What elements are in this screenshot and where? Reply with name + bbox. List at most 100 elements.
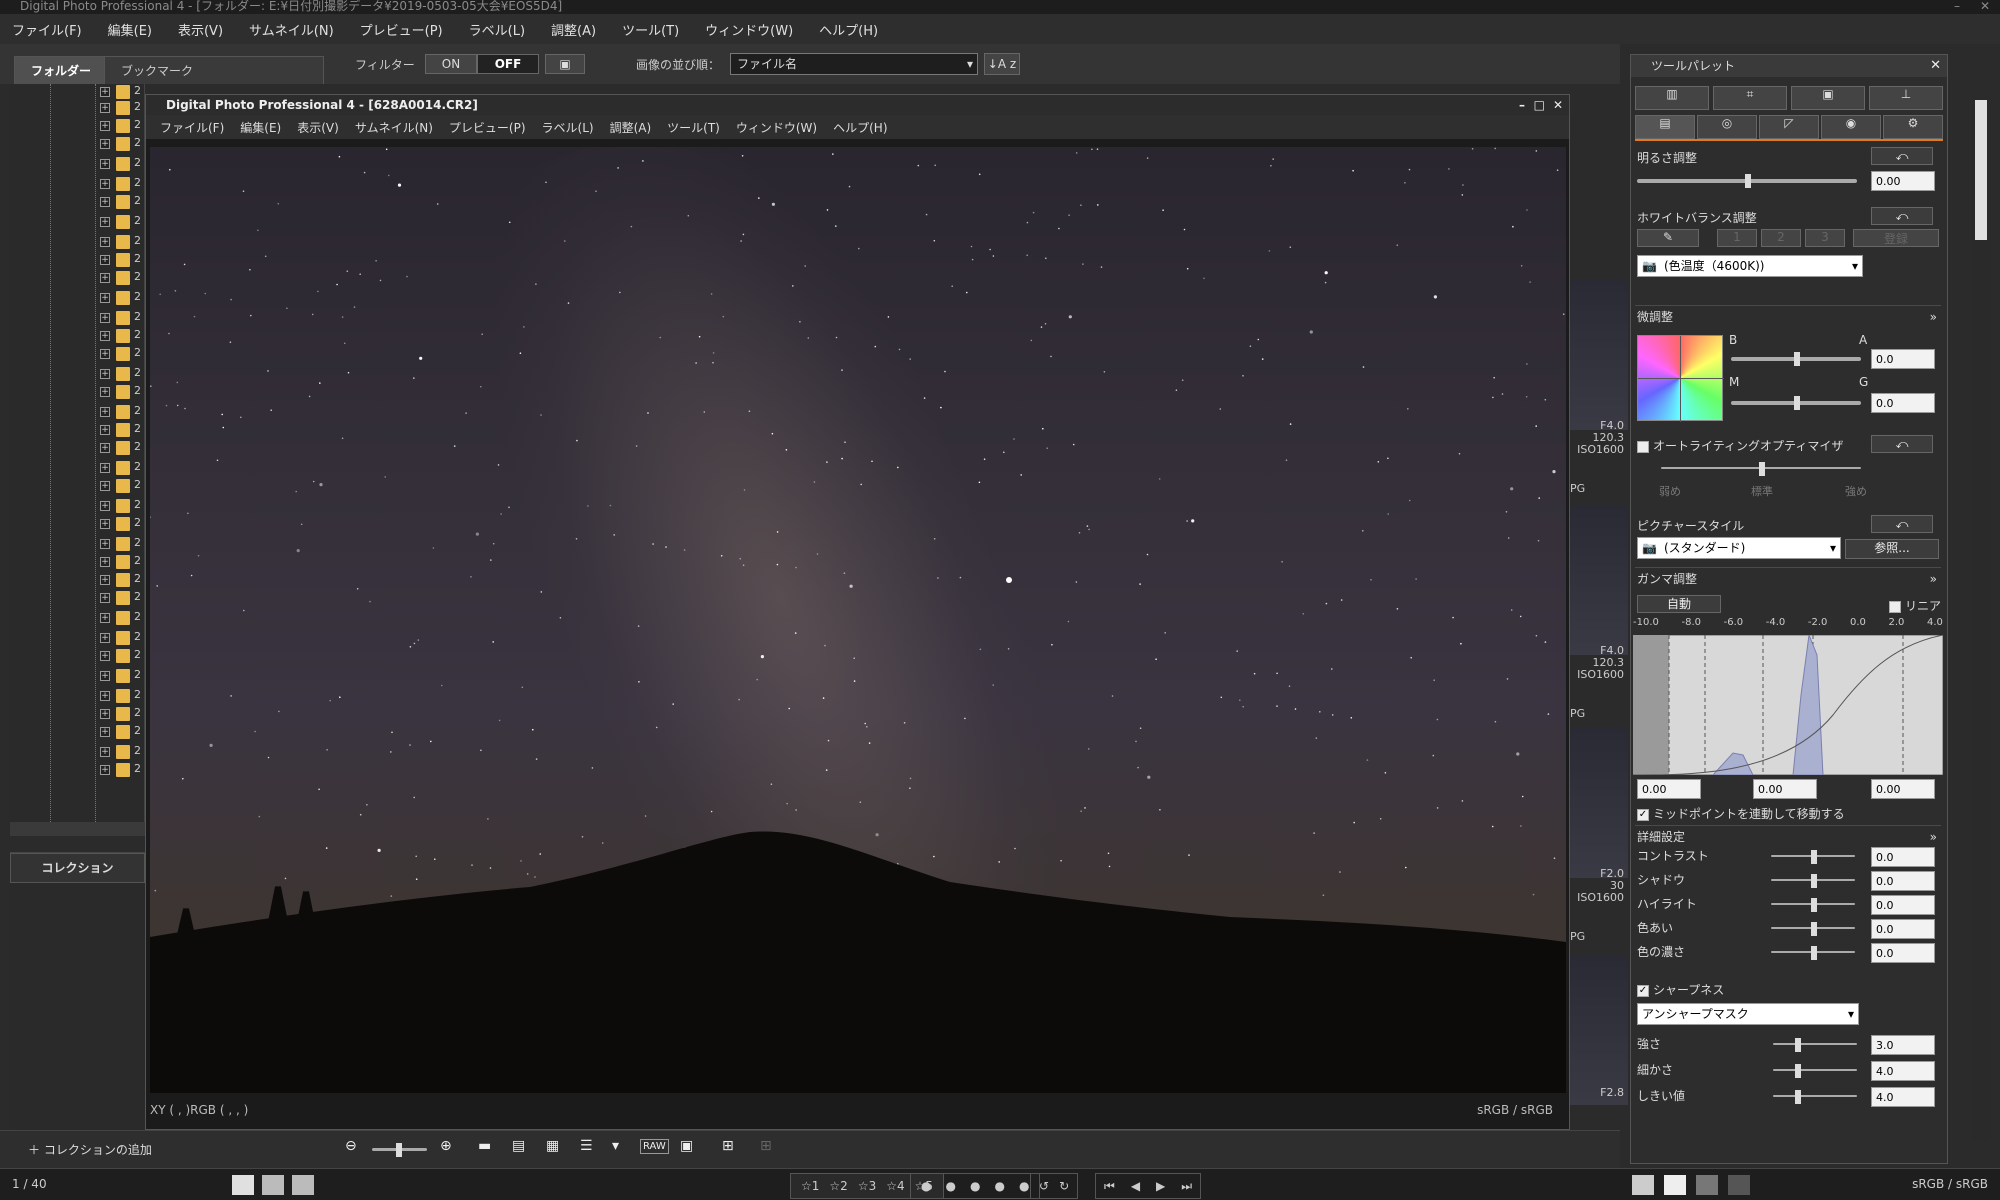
menu-label[interactable]: ラベル(L): [465, 20, 529, 39]
expand-icon[interactable]: +: [100, 255, 110, 265]
detail-slider[interactable]: [1771, 898, 1855, 912]
expand-icon[interactable]: +: [100, 159, 110, 169]
folder-tree-item[interactable]: +2: [100, 762, 141, 778]
compare-view-icon[interactable]: ⊞: [760, 1138, 772, 1154]
sharpness-slider[interactable]: [1773, 1090, 1857, 1104]
alo-reset-button[interactable]: ⤺: [1871, 435, 1933, 453]
label-dot[interactable]: ●: [970, 1179, 980, 1193]
sharpness-value[interactable]: 4.0: [1871, 1061, 1935, 1081]
scrollbar-thumb[interactable]: [1975, 100, 1987, 240]
preview-menu-view[interactable]: 表示(V): [297, 119, 339, 136]
expand-icon[interactable]: +: [100, 313, 110, 323]
thumbnail-grid-icon[interactable]: [232, 1175, 254, 1195]
folder-tree-item[interactable]: +2: [100, 310, 141, 326]
folder-tree-item[interactable]: +2: [100, 668, 141, 684]
expand-icon[interactable]: +: [100, 425, 110, 435]
info-panel-icon[interactable]: [1632, 1175, 1654, 1195]
previous-image-icon[interactable]: ◀: [1131, 1179, 1140, 1193]
folder-tree-item[interactable]: +2: [100, 648, 141, 664]
picstyle-browse-button[interactable]: 参照...: [1845, 539, 1939, 559]
zoom-out-icon[interactable]: ⊖: [345, 1138, 357, 1154]
lens-tab-icon[interactable]: ◉: [1821, 115, 1881, 139]
thumbnail-2[interactable]: F4.0 120.3 ISO1600 PG: [1570, 505, 1628, 720]
expand-icon[interactable]: +: [100, 557, 110, 567]
folder-tree-item[interactable]: +2: [100, 234, 141, 250]
folder-tree-item[interactable]: +2: [100, 630, 141, 646]
alo-label[interactable]: オートライティングオプティマイザ: [1637, 437, 1843, 454]
camera-icon[interactable]: [1728, 1175, 1750, 1195]
folder-tree-item[interactable]: +2: [100, 290, 141, 306]
zoom-in-icon[interactable]: ⊕: [440, 1138, 452, 1154]
view-grid-icon[interactable]: ▦: [546, 1138, 559, 1154]
preview-menu-window[interactable]: ウィンドウ(W): [736, 119, 817, 136]
close-icon[interactable]: ✕: [1980, 0, 1990, 12]
detail-header[interactable]: 詳細設定»: [1635, 825, 1941, 847]
thumbnail-large-icon[interactable]: [262, 1175, 284, 1195]
preview-menu-adjust[interactable]: 調整(A): [610, 119, 652, 136]
stamp-tool-icon[interactable]: ⊥: [1869, 86, 1943, 110]
expand-icon[interactable]: +: [100, 463, 110, 473]
label-dot[interactable]: ●: [1019, 1179, 1029, 1193]
gamma-header[interactable]: ガンマ調整»: [1635, 567, 1941, 589]
midpoint-checkbox[interactable]: ✓ ミッドポイントを連動して移動する: [1637, 805, 1845, 822]
frame-view-icon[interactable]: ▣: [680, 1138, 693, 1154]
focus-point-icon[interactable]: [1696, 1175, 1718, 1195]
filter-off-button[interactable]: OFF: [477, 54, 539, 74]
expand-icon[interactable]: +: [100, 217, 110, 227]
thumbnail-4[interactable]: F2.8: [1570, 955, 1628, 1105]
rating-4-button[interactable]: ☆4: [886, 1179, 904, 1193]
palette-toggle-icon[interactable]: [1664, 1175, 1686, 1195]
expand-icon[interactable]: +: [100, 613, 110, 623]
folder-tree-item[interactable]: +2: [100, 724, 141, 740]
menu-file[interactable]: ファイル(F): [8, 20, 86, 39]
next-image-icon[interactable]: ▶: [1156, 1179, 1165, 1193]
detail-value[interactable]: 0.0: [1871, 895, 1935, 915]
add-collection-button[interactable]: ＋ コレクションの追加: [28, 1141, 152, 1158]
gamma-mid-value[interactable]: 0.00: [1753, 779, 1817, 799]
compare-tool-icon[interactable]: ▥: [1635, 86, 1709, 110]
rating-1-button[interactable]: ☆1: [801, 1179, 819, 1193]
horizontal-scrollbar[interactable]: [10, 822, 145, 836]
crop-tool-icon[interactable]: ⌗: [1713, 86, 1787, 110]
tab-bookmark[interactable]: ブックマーク: [104, 56, 324, 84]
expand-icon[interactable]: +: [100, 349, 110, 359]
expand-icon[interactable]: +: [100, 121, 110, 131]
folder-tree-item[interactable]: +2: [100, 610, 141, 626]
ba-value[interactable]: 0.0: [1871, 349, 1935, 369]
folder-tree-item[interactable]: +2: [100, 706, 141, 722]
expand-icon[interactable]: +: [100, 87, 110, 97]
label-dot[interactable]: ●: [994, 1179, 1004, 1193]
menu-preview[interactable]: プレビュー(P): [356, 20, 447, 39]
expand-icon[interactable]: +: [100, 197, 110, 207]
rating-2-button[interactable]: ☆2: [829, 1179, 847, 1193]
raw-jpeg-icon[interactable]: RAW: [640, 1139, 669, 1154]
wb-preset-dropdown[interactable]: 📷 (色温度（4600K)) ▾: [1637, 255, 1863, 277]
sharpness-slider[interactable]: [1773, 1064, 1857, 1078]
lock-icon[interactable]: ▣: [545, 54, 585, 74]
label-dot[interactable]: ●: [921, 1179, 931, 1193]
expand-icon[interactable]: +: [100, 575, 110, 585]
sharpness-checkbox[interactable]: ✓ シャープネス: [1637, 981, 1724, 998]
detail-value[interactable]: 0.0: [1871, 919, 1935, 939]
close-icon[interactable]: ✕: [1930, 55, 1941, 77]
minimize-icon[interactable]: –: [1954, 0, 1960, 12]
detail-slider[interactable]: [1771, 850, 1855, 864]
sharpness-value[interactable]: 4.0: [1871, 1087, 1935, 1107]
sort-order-button[interactable]: ↓A z: [984, 53, 1020, 75]
expand-icon[interactable]: +: [100, 651, 110, 661]
wb-slot-2[interactable]: 2: [1761, 229, 1801, 247]
dust-delete-icon[interactable]: ▣: [1791, 86, 1865, 110]
tone-tab-icon[interactable]: ◎: [1697, 115, 1757, 139]
filter-on-button[interactable]: ON: [425, 54, 477, 74]
color-grid[interactable]: [1637, 335, 1724, 422]
expand-icon[interactable]: +: [100, 691, 110, 701]
multi-view-icon[interactable]: ⊞: [722, 1138, 734, 1154]
expand-icon[interactable]: +: [100, 369, 110, 379]
label-dot[interactable]: ●: [945, 1179, 955, 1193]
expand-icon[interactable]: +: [100, 501, 110, 511]
folder-tree-item[interactable]: +2: [100, 270, 141, 286]
expand-icon[interactable]: +: [100, 539, 110, 549]
expand-icon[interactable]: +: [100, 179, 110, 189]
menu-adjust[interactable]: 調整(A): [547, 20, 600, 39]
folder-tree-item[interactable]: +2: [100, 136, 141, 152]
